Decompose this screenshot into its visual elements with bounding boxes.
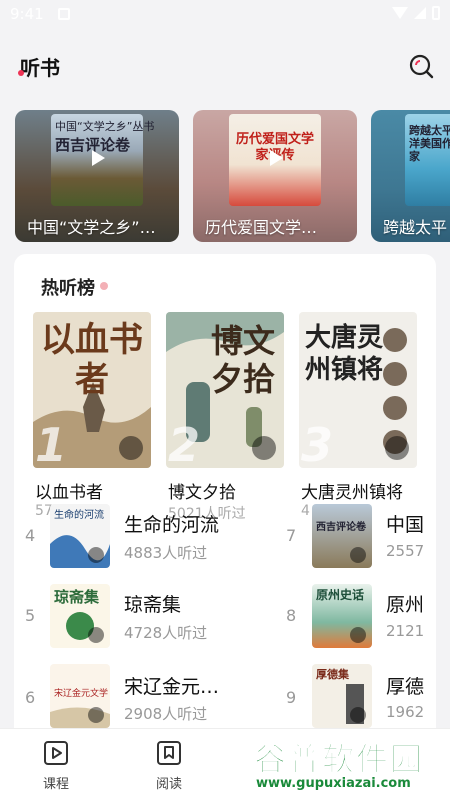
headphone-icon [88, 627, 104, 643]
rank-number: 4 [25, 526, 36, 545]
rank-number: 3 [301, 418, 334, 468]
signal-icon [414, 7, 426, 19]
headphone-icon [350, 627, 366, 643]
top-book-title[interactable]: 大唐灵州镇将 [301, 478, 403, 503]
list-book-cover[interactable]: 生命的河流 [50, 504, 110, 568]
play-square-icon [44, 741, 68, 765]
wifi-icon [392, 7, 408, 19]
list-book-cover[interactable]: 西吉评论卷 [312, 504, 372, 568]
headphone-icon [88, 547, 104, 563]
section-title: 热听榜 [41, 278, 95, 299]
list-book-cover[interactable]: 厚德集 [312, 664, 372, 728]
headphone-icon [350, 547, 366, 563]
list-book-title[interactable]: 厚德 [386, 672, 424, 699]
watermark-logo: 谷普软件园 [253, 740, 425, 779]
rank-number: 5 [25, 606, 36, 625]
nav-label: 阅读 [155, 777, 182, 792]
featured-card[interactable]: 历代爱国文学家评传 历代爱国文学… [193, 110, 357, 242]
bookmark-icon [157, 741, 181, 765]
featured-card[interactable]: 中国“文学之乡”丛书 西吉评论卷 中国“文学之乡”… [15, 110, 179, 242]
listener-count: 4883人听过 [124, 544, 208, 562]
featured-carousel[interactable]: 中国“文学之乡”丛书 西吉评论卷 中国“文学之乡”… 历代爱国文学家评传 历代爱… [0, 110, 450, 244]
rank-number: 7 [286, 526, 297, 545]
play-icon [270, 150, 283, 166]
status-bar: 9:41 [0, 0, 450, 30]
notification-icon [58, 8, 70, 20]
listener-count: 2557 [386, 542, 425, 560]
list-book-title[interactable]: 中国 [386, 510, 424, 537]
top-book-cover[interactable]: 博文夕拾 2 [166, 312, 284, 468]
rank-number: 6 [25, 688, 36, 707]
list-book-title[interactable]: 原州 [386, 590, 424, 617]
nav-item-course[interactable]: 课程 [26, 739, 86, 795]
headphone-icon [252, 436, 276, 460]
search-icon [409, 54, 434, 79]
featured-title: 历代爱国文学… [205, 218, 318, 237]
top-book-cover[interactable]: 大唐灵州镇将 3 [299, 312, 417, 468]
listener-count: 1962 [386, 703, 425, 721]
nav-label: 课程 [42, 777, 69, 792]
headphone-icon [350, 707, 366, 723]
top-book-title[interactable]: 博文夕拾 [168, 478, 236, 503]
list-book-cover[interactable]: 宋辽金元文学 [50, 664, 110, 728]
battery-icon [432, 6, 440, 20]
headphone-icon [88, 707, 104, 723]
list-book-title[interactable]: 宋辽金元… [124, 672, 219, 699]
rank-number: 2 [168, 418, 201, 468]
featured-thumbnail: 跨越太平洋美国作家 [405, 114, 450, 206]
listener-count: 2121 [386, 622, 425, 640]
listener-count: 4728人听过 [124, 624, 208, 642]
rank-number: 1 [35, 418, 68, 468]
title-accent-dot [18, 70, 24, 76]
page-title: 听书 [20, 56, 60, 80]
featured-title: 中国“文学之乡”… [27, 218, 156, 237]
featured-title: 跨越太平 [383, 218, 448, 237]
featured-card[interactable]: 跨越太平洋美国作家 跨越太平 [371, 110, 450, 242]
rank-number: 8 [286, 606, 297, 625]
search-button[interactable] [408, 53, 434, 79]
section-accent-dot [100, 282, 108, 290]
list-book-title[interactable]: 生命的河流 [124, 510, 219, 537]
top-book-cover[interactable]: 以血书者 1 [33, 312, 151, 468]
watermark-url: www.gupuxiazai.com [256, 776, 411, 791]
list-book-cover[interactable]: 琼斋集 [50, 584, 110, 648]
list-book-cover[interactable]: 原州史话 [312, 584, 372, 648]
listener-count: 4 [301, 503, 310, 519]
headphone-icon [385, 436, 409, 460]
status-time: 9:41 [10, 5, 44, 23]
top-book-title[interactable]: 以血书者 [35, 478, 103, 503]
headphone-icon [119, 436, 143, 460]
listener-count: 2908人听过 [124, 705, 208, 723]
nav-item-reading[interactable]: 阅读 [139, 739, 199, 795]
list-book-title[interactable]: 琼斋集 [124, 590, 181, 617]
watermark: 谷普软件园 www.gupuxiazai.com [248, 728, 450, 800]
rank-number: 9 [286, 688, 297, 707]
play-icon [92, 150, 105, 166]
